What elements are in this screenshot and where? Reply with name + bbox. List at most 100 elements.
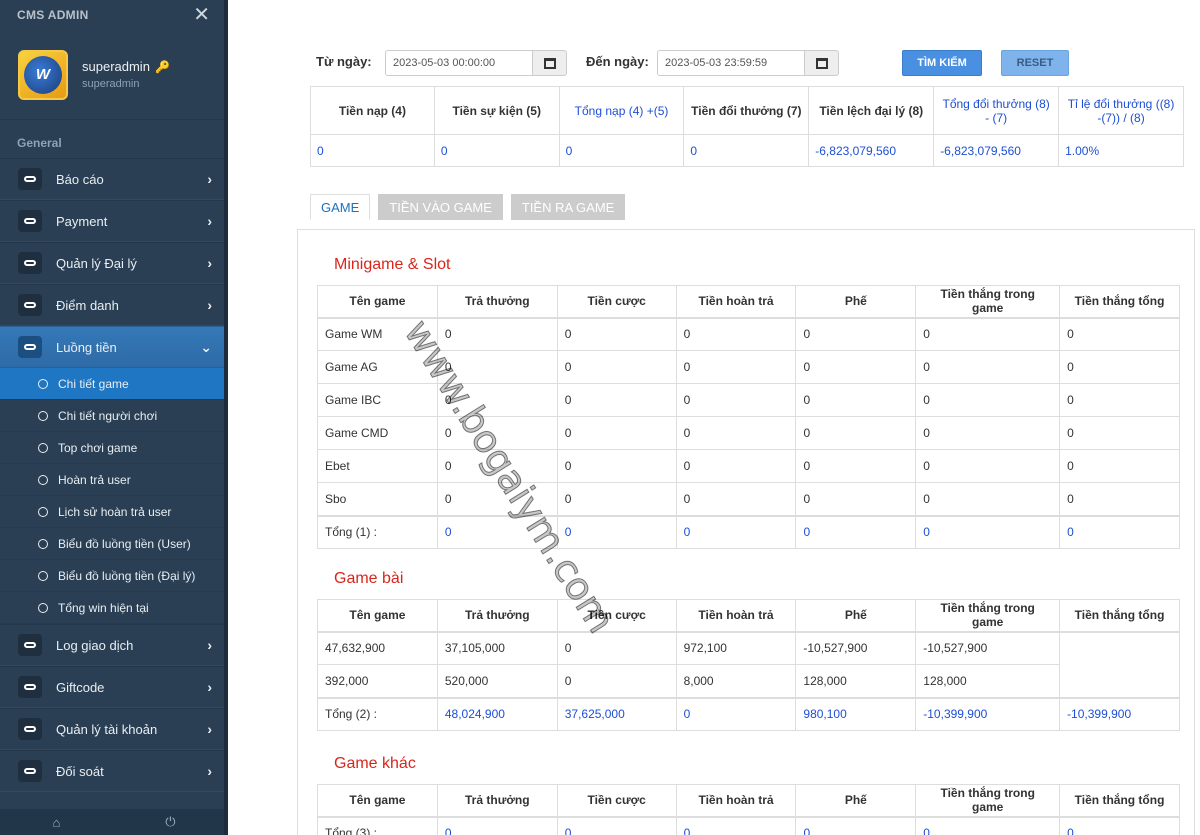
date-filter: Từ ngày: 2023-05-03 00:00:00 Đến ngày: 2… xyxy=(228,50,1200,80)
sidebar-item-quan-ly-tai-khoan[interactable]: Quản lý tài khoản › xyxy=(0,708,228,750)
sidebar-item-bao-cao[interactable]: Báo cáo › xyxy=(0,158,228,200)
sidebar-subitem-bieu-do-dai-ly[interactable]: Biểu đồ luồng tiền (Đại lý) xyxy=(0,560,228,592)
sidebar-item-luong-tien[interactable]: Luồng tiền ⌄ xyxy=(0,326,228,368)
close-icon[interactable]: ✕ xyxy=(193,5,210,25)
sidebar-subitem-hoan-tra-user[interactable]: Hoàn trả user xyxy=(0,464,228,496)
table-row: Game IBC 0 0 0 0 0 0 xyxy=(317,383,1180,417)
cell: 0 xyxy=(556,383,677,417)
sidebar-item-diem-danh[interactable]: Điểm danh › xyxy=(0,284,228,326)
table-row: Game AG 0 0 0 0 0 0 xyxy=(317,350,1180,384)
cell: 0 xyxy=(556,449,677,483)
circle-icon xyxy=(38,378,48,389)
summary-header: Tiền nạp (4) xyxy=(310,86,435,135)
total-label: Tổng (2) : xyxy=(317,696,438,731)
home-icon[interactable]: ⌂ xyxy=(52,815,60,830)
sidebar-item-label: Đối soát xyxy=(56,763,104,779)
gamepad-icon xyxy=(18,168,42,190)
sidebar-subitem-lich-su-hoan-tra[interactable]: Lịch sử hoàn trả user xyxy=(0,496,228,528)
cell: Sbo xyxy=(317,482,438,516)
chevron-right-icon: › xyxy=(207,255,212,271)
section-title: General xyxy=(17,136,62,150)
cell: 0 xyxy=(1059,449,1180,483)
sidebar-item-log-giao-dich[interactable]: Log giao dịch › xyxy=(0,624,228,666)
gamepad-icon xyxy=(18,676,42,698)
cell: 0 xyxy=(795,317,917,351)
chevron-down-icon: ⌄ xyxy=(200,338,212,355)
column-header: Tên game xyxy=(317,599,438,633)
summary-header: Tỉ lệ đổi thưởng ((8) -(7)) / (8) xyxy=(1058,86,1184,135)
chevron-right-icon: › xyxy=(207,213,212,229)
reset-button[interactable]: RESET xyxy=(1001,50,1069,76)
sidebar-subitem-chi-tiet-nguoi-choi[interactable]: Chi tiết người chơi xyxy=(0,400,228,432)
to-calendar-button[interactable] xyxy=(805,50,839,76)
total-cell: 0 xyxy=(915,815,1061,835)
cell: -10,527,900 xyxy=(915,631,1061,665)
cell: 0 xyxy=(1059,317,1180,351)
cell: 0 xyxy=(436,416,558,450)
cell: 128,000 xyxy=(915,664,1061,698)
cell: 0 xyxy=(556,350,677,384)
sidebar-subitem-chi-tiet-game[interactable]: Chi tiết game xyxy=(0,368,228,400)
cell: 47,632,900 xyxy=(317,631,438,665)
cell: 0 xyxy=(795,482,917,516)
subitem-label: Biểu đồ luồng tiền (User) xyxy=(58,536,191,551)
subitem-label: Biểu đồ luồng tiền (Đại lý) xyxy=(58,568,196,583)
table-row: Game WM 0 0 0 0 0 0 xyxy=(317,317,1180,351)
from-calendar-button[interactable] xyxy=(533,50,567,76)
tab-tien-ra-game[interactable]: TIỀN RA GAME xyxy=(510,194,626,220)
search-button[interactable]: TÌM KIẾM xyxy=(902,50,982,76)
cell: 0 xyxy=(556,664,677,698)
cell: 0 xyxy=(556,482,677,516)
cell: Ebet xyxy=(317,449,438,483)
cell: 128,000 xyxy=(795,664,917,698)
sidebar-item-label: Quản lý tài khoản xyxy=(56,721,158,737)
tab-tien-vao-game[interactable]: TIỀN VÀO GAME xyxy=(378,194,503,220)
cell: 0 xyxy=(675,449,797,483)
column-header: Trả thưởng xyxy=(436,784,558,818)
table-row: 47,632,900 37,105,000 0 972,100 -10,527,900-… xyxy=(317,631,1180,698)
tab-game[interactable]: GAME xyxy=(310,194,371,220)
total-cell: 980,100 xyxy=(795,696,917,731)
column-header: Phế xyxy=(795,599,917,633)
summary-value: 0 xyxy=(558,134,685,167)
username: superadmin xyxy=(82,59,150,74)
cell: Game IBC xyxy=(317,383,438,417)
cell: 0 xyxy=(436,383,558,417)
summary-value: -6,823,079,560 xyxy=(808,134,935,167)
sidebar-footer: ⌂ ⏻ xyxy=(0,809,228,835)
power-icon[interactable]: ⏻ xyxy=(165,814,175,830)
summary-header: Tổng nạp (4) +(5) xyxy=(558,86,685,135)
from-date-label: Từ ngày: xyxy=(316,54,372,69)
column-header: Tiền thắng tổng xyxy=(1059,285,1180,319)
sidebar: CMS ADMIN ✕ W superadmin 🔑 superadmin Gen… xyxy=(0,0,228,835)
user-profile: W superadmin 🔑 superadmin xyxy=(0,30,228,120)
total-cell: 37,625,000 xyxy=(556,696,677,731)
sidebar-item-giftcode[interactable]: Giftcode › xyxy=(0,666,228,708)
game-bai-table: Tên game Trả thưởng Tiền cược Tiền hoàn … xyxy=(317,599,1180,731)
gamepad-icon xyxy=(18,210,42,232)
circle-icon xyxy=(38,538,48,549)
sidebar-item-doi-soat[interactable]: Đối soát › xyxy=(0,750,228,792)
cell: 0 xyxy=(915,383,1061,417)
summary-value: 1.00% xyxy=(1058,134,1184,167)
total-cell: 0 xyxy=(436,514,558,549)
total-cell: 0 xyxy=(795,815,917,835)
main-content: Từ ngày: 2023-05-03 00:00:00 Đến ngày: 2… xyxy=(228,0,1200,835)
to-date-input[interactable]: 2023-05-03 23:59:59 xyxy=(657,50,805,76)
chevron-right-icon: › xyxy=(207,721,212,737)
sidebar-item-quan-ly-dai-ly[interactable]: Quản lý Đại lý › xyxy=(0,242,228,284)
column-header: Tên game xyxy=(317,285,438,319)
cell: 0 xyxy=(675,383,797,417)
summary-header: Tiền lệch đại lý (8) xyxy=(808,86,935,135)
sidebar-subitem-top-choi-game[interactable]: Top chơi game xyxy=(0,432,228,464)
sidebar-subitem-tong-win[interactable]: Tổng win hiện tại xyxy=(0,592,228,624)
tab-bar: GAME TIỀN VÀO GAME TIỀN RA GAME xyxy=(310,194,626,220)
gamepad-icon xyxy=(18,252,42,274)
sidebar-item-label: Payment xyxy=(56,213,108,229)
cell: 0 xyxy=(436,350,558,384)
sidebar-item-payment[interactable]: Payment › xyxy=(0,200,228,242)
column-header: Tiền thắng trong game xyxy=(915,784,1061,818)
sidebar-subitem-bieu-do-user[interactable]: Biểu đồ luồng tiền (User) xyxy=(0,528,228,560)
subitem-label: Hoàn trả user xyxy=(58,472,131,487)
from-date-input[interactable]: 2023-05-03 00:00:00 xyxy=(385,50,533,76)
